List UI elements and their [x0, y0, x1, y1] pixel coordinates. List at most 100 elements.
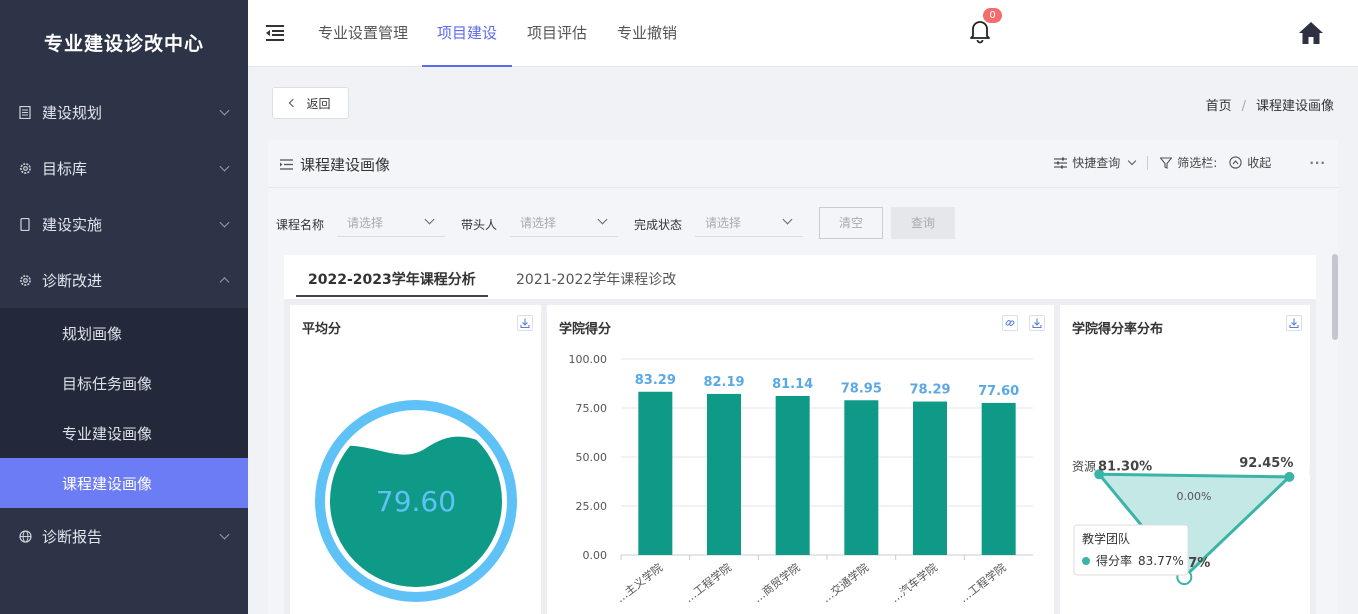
- sidebar-item-report[interactable]: 诊断报告: [0, 508, 248, 564]
- tab-2022-2023[interactable]: 2022-2023学年课程分析: [296, 269, 488, 297]
- scrollbar[interactable]: [1332, 254, 1338, 340]
- sidebar: 专业建设诊改中心 建设规划 目标库 建设实施 诊断改进 规划画像 目标任务画像 …: [0, 0, 248, 614]
- divider: [1147, 155, 1149, 170]
- bar-value-label: 83.29: [635, 373, 676, 388]
- radar-point[interactable]: [1284, 471, 1295, 482]
- filter-bar-toggle[interactable]: 筛选栏:: [1160, 154, 1217, 171]
- collapse-icon: [1229, 156, 1242, 169]
- select-placeholder: 请选择: [347, 216, 384, 230]
- x-category-label: …工程学院: [682, 560, 734, 605]
- breadcrumb-home[interactable]: 首页: [1206, 99, 1232, 114]
- sliders-icon: [1054, 157, 1068, 168]
- tab-2021-2022[interactable]: 2021-2022学年课程诊改: [516, 269, 676, 289]
- chevron-down-icon: [219, 105, 230, 116]
- sidebar-item-label: 诊断报告: [42, 527, 103, 546]
- x-category-label: …工程学院: [957, 560, 1009, 605]
- sidebar-item-target-library[interactable]: 目标库: [0, 140, 248, 196]
- notification-badge: 0: [983, 8, 1002, 23]
- bar[interactable]: [707, 393, 741, 555]
- tooltip-series: 得分率: [1096, 553, 1132, 568]
- x-category-label: …主义学院: [613, 560, 665, 605]
- select-placeholder: 请选择: [705, 216, 742, 230]
- tab-major-settings[interactable]: 专业设置管理: [318, 0, 408, 67]
- sidebar-subitem-target-portrait[interactable]: 目标任务画像: [0, 358, 248, 408]
- panel-title: 课程建设画像: [280, 154, 390, 175]
- y-tick-label: 75.00: [576, 402, 608, 415]
- panel-title-text: 课程建设画像: [300, 156, 391, 174]
- query-button[interactable]: 查询: [891, 207, 955, 239]
- back-button-label: 返回: [306, 96, 331, 111]
- quick-query-label: 快捷查询: [1072, 156, 1121, 170]
- status-select[interactable]: 请选择: [695, 209, 803, 237]
- chevron-down-icon: [219, 161, 230, 172]
- year-tabs: 2022-2023学年课程分析 2021-2022学年课程诊改: [284, 255, 1316, 299]
- filter-label-status: 完成状态: [634, 218, 683, 232]
- collapse-label: 收起: [1247, 156, 1272, 170]
- bar[interactable]: [981, 402, 1016, 555]
- collapse-button[interactable]: 收起: [1229, 154, 1271, 171]
- score-rate-radar-chart: 0.00%资源81.30%92.45%教学…77%教学团队得分率83.77%: [1072, 456, 1310, 586]
- sidebar-submenu: 规划画像 目标任务画像 专业建设画像 课程建设画像: [0, 308, 248, 508]
- sidebar-item-label: 目标库: [42, 159, 88, 178]
- filter-bar-label: 筛选栏:: [1177, 156, 1218, 170]
- average-score-card: 平均分 79.60: [290, 305, 541, 614]
- sidebar-subitem-major-portrait[interactable]: 专业建设画像: [0, 408, 248, 458]
- quick-query-button[interactable]: 快捷查询: [1054, 154, 1137, 171]
- tooltip-marker: [1082, 557, 1090, 565]
- bar[interactable]: [913, 401, 947, 555]
- bar[interactable]: [844, 400, 879, 555]
- chevron-down-icon: [219, 529, 230, 540]
- tab-project-evaluation[interactable]: 项目评估: [527, 0, 587, 67]
- y-tick-label: 0.00: [583, 549, 608, 562]
- y-tick-label: 25.00: [576, 500, 608, 513]
- sidebar-item-label: 建设实施: [42, 215, 103, 234]
- phone-icon: [18, 217, 32, 231]
- more-icon[interactable]: ···: [1309, 156, 1326, 170]
- list-icon: [280, 159, 293, 170]
- x-category-label: …商贸学院: [751, 560, 803, 605]
- document-icon: [18, 105, 32, 119]
- sidebar-item-implementation[interactable]: 建设实施: [0, 196, 248, 252]
- chevron-down-icon: [597, 214, 608, 225]
- radar-value-label: 92.45%: [1239, 456, 1293, 471]
- top-bar: 专业设置管理 项目建设 项目评估 专业撤销 0: [248, 0, 1358, 67]
- radar-center-label: 0.00%: [1177, 490, 1212, 503]
- filter-label-course-name: 课程名称: [276, 218, 325, 232]
- sidebar-subitem-plan-portrait[interactable]: 规划画像: [0, 308, 248, 358]
- app-title: 专业建设诊改中心: [43, 32, 204, 55]
- gear-icon: [18, 161, 32, 175]
- bar[interactable]: [775, 395, 810, 555]
- chevron-down-icon: [782, 214, 793, 225]
- sidebar-item-diagnosis[interactable]: 诊断改进: [0, 252, 248, 308]
- chevron-down-icon: [219, 217, 230, 228]
- college-score-card: 学院得分 100.00 75.00 50.00 25.00 0.00 83.29 …主义学院…: [547, 305, 1054, 614]
- score-rate-distribution-card: 学院得分率分布 0.00%资源81.30%92.45%教学…77%教学团队得分率…: [1060, 305, 1310, 614]
- breadcrumb: 首页 / 课程建设画像: [1206, 95, 1334, 114]
- select-placeholder: 请选择: [520, 216, 557, 230]
- tab-project-construction[interactable]: 项目建设: [422, 0, 513, 67]
- bar-value-label: 78.29: [909, 383, 950, 398]
- course-portrait-panel: 课程建设画像 快捷查询 筛选栏: 收起 ··· 课程名称 请选择 带头人 请选择…: [268, 140, 1338, 614]
- filter-label-leader: 带头人: [461, 218, 498, 232]
- course-name-select[interactable]: 请选择: [337, 209, 445, 237]
- sidebar-item-planning[interactable]: 建设规划: [0, 84, 248, 140]
- home-icon[interactable]: [1298, 20, 1324, 46]
- x-category-label: …汽车学院: [888, 560, 940, 605]
- x-category-label: …交通学院: [819, 560, 871, 605]
- bar-value-label: 82.19: [703, 375, 744, 390]
- clear-button[interactable]: 清空: [819, 207, 883, 239]
- sidebar-subitem-course-portrait[interactable]: 课程建设画像: [0, 458, 248, 508]
- gauge-value: 79.60: [376, 485, 456, 518]
- bar-value-label: 77.60: [978, 384, 1019, 399]
- breadcrumb-current: 课程建设画像: [1255, 99, 1334, 114]
- chevron-down-icon: [1128, 156, 1137, 166]
- tab-major-revocation[interactable]: 专业撤销: [617, 0, 677, 67]
- back-button[interactable]: 返回: [272, 87, 349, 119]
- sidebar-item-label: 诊断改进: [42, 271, 103, 290]
- sidebar-item-label: 建设规划: [42, 103, 103, 122]
- leader-select[interactable]: 请选择: [510, 209, 618, 237]
- radar-indicator-label: 教学: [1309, 464, 1310, 478]
- menu-fold-icon[interactable]: [265, 24, 285, 42]
- gear-icon: [18, 273, 32, 287]
- bar[interactable]: [638, 391, 673, 555]
